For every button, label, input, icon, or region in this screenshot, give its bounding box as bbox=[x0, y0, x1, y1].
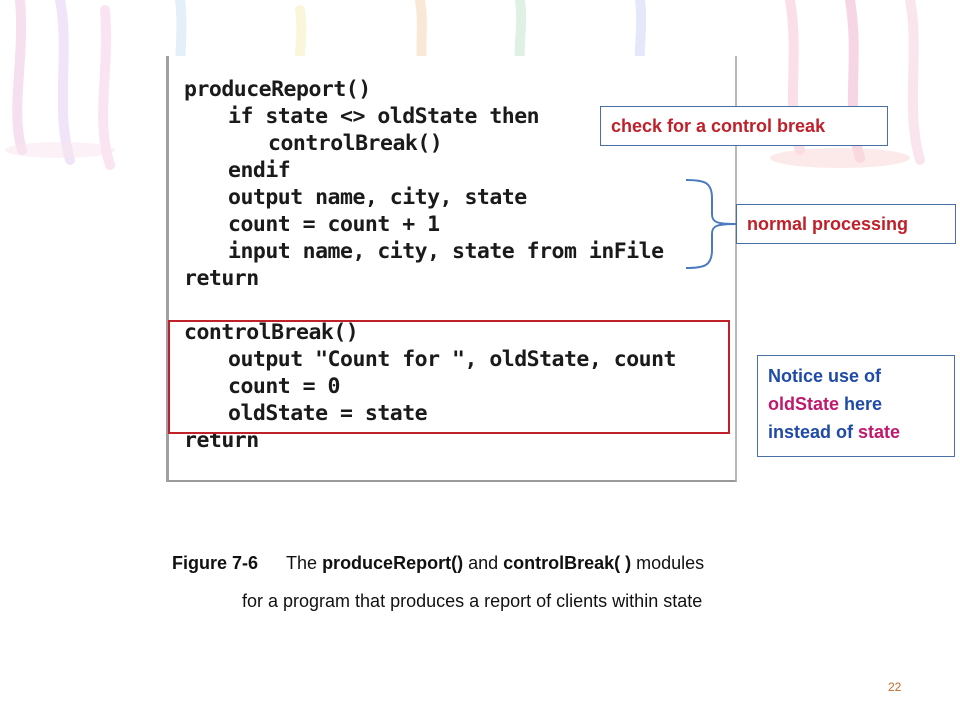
code-line: input name, city, state from inFile bbox=[228, 239, 664, 264]
notice-line-3: instead of state bbox=[768, 422, 900, 443]
page-number: 22 bbox=[888, 680, 902, 694]
code-line: output name, city, state bbox=[228, 185, 527, 210]
code-line: return bbox=[184, 266, 259, 291]
notice-line-3-pre: instead of bbox=[768, 422, 859, 442]
figure-caption: Figure 7-6 The produceReport() and contro… bbox=[172, 553, 704, 574]
controlbreak-highlight-box bbox=[168, 320, 730, 434]
code-line: endif bbox=[228, 158, 291, 183]
notice-oldstate-var: oldState bbox=[768, 394, 840, 414]
caption-bold-controlbreak: controlBreak( ) bbox=[503, 553, 632, 573]
figure-caption-line-2: for a program that produces a report of … bbox=[242, 591, 703, 611]
caption-text-2: and bbox=[463, 553, 504, 573]
callout-notice-oldstate: Notice use of oldState here instead of s… bbox=[757, 355, 955, 457]
caption-text-3: modules bbox=[631, 553, 705, 573]
caption-bold-producereport: produceReport() bbox=[322, 553, 464, 573]
callout-control-break-text: check for a control break bbox=[611, 116, 826, 136]
code-line: produceReport() bbox=[184, 77, 371, 102]
code-line: count = count + 1 bbox=[228, 212, 440, 237]
callout-normal-processing-text: normal processing bbox=[747, 214, 909, 234]
notice-line-2-rest: here bbox=[839, 394, 883, 414]
notice-line-2: oldState here bbox=[768, 394, 882, 415]
callout-control-break: check for a control break bbox=[600, 106, 888, 146]
caption-text-1: The bbox=[286, 553, 323, 573]
figure-number: Figure 7-6 bbox=[172, 553, 259, 573]
callout-normal-processing: normal processing bbox=[736, 204, 956, 244]
notice-line-1: Notice use of bbox=[768, 366, 882, 386]
notice-state-var: state bbox=[858, 422, 901, 442]
normal-processing-brace bbox=[685, 179, 737, 269]
